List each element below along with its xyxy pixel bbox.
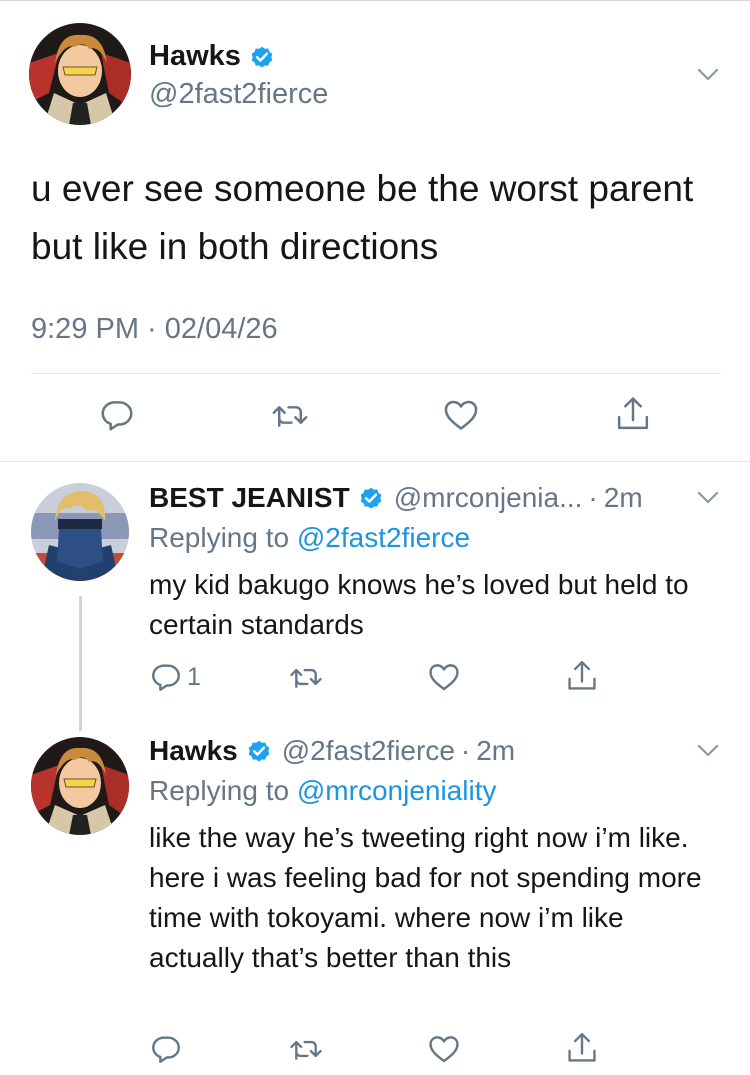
author-name-row[interactable]: Hawks: [149, 40, 275, 73]
share-button[interactable]: [565, 658, 599, 694]
author-name[interactable]: BEST JEANIST: [149, 482, 350, 514]
author-handle[interactable]: @2fast2fierce: [149, 78, 328, 111]
reply-button[interactable]: [149, 1032, 183, 1066]
tweet-text: my kid bakugo knows he’s loved but held …: [149, 569, 689, 640]
like-button[interactable]: [427, 660, 461, 694]
author-name[interactable]: Hawks: [149, 735, 238, 767]
like-icon: [442, 396, 480, 434]
like-button[interactable]: [427, 1032, 461, 1066]
replying-mention-link[interactable]: @mrconjeniality: [297, 775, 497, 806]
chevron-down-icon[interactable]: [697, 744, 719, 758]
thread-line: [79, 596, 82, 731]
divider: [31, 373, 721, 374]
reply-header: Hawks @2fast2fierce · 2m: [149, 735, 515, 767]
tweet-thread-page: Hawks @2fast2fierce u ever see someone b…: [0, 0, 750, 1075]
retweet-button[interactable]: [288, 660, 324, 694]
tweet-text: like the way he’s tweeting right now i’m…: [149, 822, 702, 973]
verified-badge-icon: [246, 738, 272, 764]
separator-dot: ·: [460, 735, 471, 766]
reply-header: BEST JEANIST @mrconjenia... · 2m: [149, 482, 643, 514]
replying-to: Replying to @mrconjeniality: [149, 775, 496, 807]
main-tweet: Hawks @2fast2fierce u ever see someone b…: [0, 0, 750, 462]
like-icon: [427, 660, 461, 694]
like-icon: [427, 1032, 461, 1066]
reply-icon: [149, 660, 183, 694]
separator-dot: ·: [588, 482, 598, 513]
reply-icon: [98, 396, 136, 434]
like-button[interactable]: [442, 396, 480, 434]
avatar[interactable]: [31, 737, 129, 835]
retweet-icon: [288, 1032, 324, 1066]
tweet-text: u ever see someone be the worst parent b…: [31, 168, 694, 267]
share-button[interactable]: [614, 394, 652, 434]
chevron-down-icon[interactable]: [697, 491, 719, 505]
retweet-icon: [288, 660, 324, 694]
author-handle[interactable]: @mrconjenia...: [394, 482, 583, 514]
reply-button[interactable]: [98, 396, 136, 434]
share-button[interactable]: [565, 1030, 599, 1066]
section-divider: [0, 461, 750, 462]
avatar[interactable]: [29, 23, 131, 125]
verified-badge-icon: [358, 485, 384, 511]
replying-mention-link[interactable]: @2fast2fierce: [297, 522, 470, 553]
share-icon: [614, 394, 652, 434]
replying-prefix: Replying to: [149, 775, 297, 806]
verified-badge-icon: [249, 44, 275, 70]
replying-to: Replying to @2fast2fierce: [149, 522, 470, 554]
retweet-icon: [270, 396, 310, 434]
tweet-timestamp[interactable]: 9:29 PM · 02/04/26: [31, 313, 278, 346]
time-ago[interactable]: 2m: [604, 482, 643, 514]
share-icon: [565, 658, 599, 694]
reply-button[interactable]: 1: [149, 660, 201, 694]
author-name[interactable]: Hawks: [149, 40, 241, 73]
replying-prefix: Replying to: [149, 522, 297, 553]
avatar[interactable]: [31, 483, 129, 581]
time-ago[interactable]: 2m: [476, 735, 515, 767]
retweet-button[interactable]: [270, 396, 310, 434]
author-handle[interactable]: @2fast2fierce: [282, 735, 455, 767]
reply-icon: [149, 1032, 183, 1066]
share-icon: [565, 1030, 599, 1066]
chevron-down-icon[interactable]: [697, 68, 719, 82]
retweet-button[interactable]: [288, 1032, 324, 1066]
reply-count: 1: [187, 662, 201, 691]
